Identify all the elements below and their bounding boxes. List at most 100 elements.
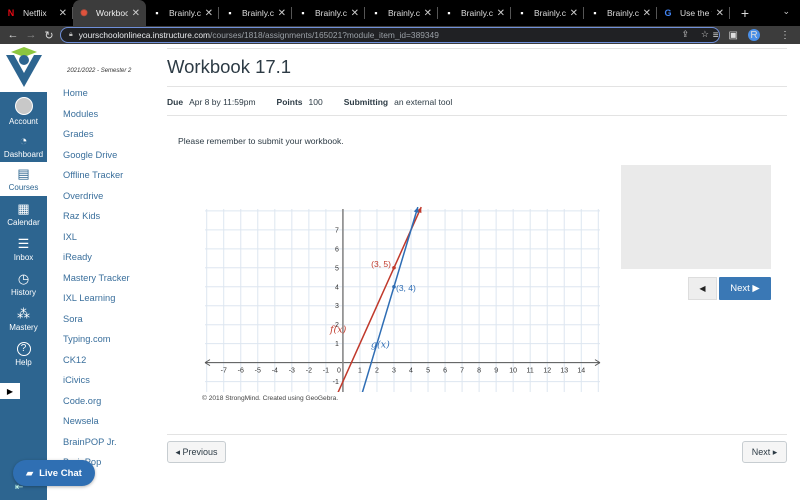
history-icon: ◷ — [17, 270, 30, 286]
close-tab-icon[interactable]: ✕ — [497, 8, 505, 19]
global-nav-history[interactable]: ◷ History — [0, 267, 47, 301]
global-nav-dashboard[interactable]: ◔ Dashboard — [0, 129, 47, 163]
course-nav-item[interactable]: Code.org — [63, 396, 101, 406]
point-label: (3, 5) — [371, 259, 391, 269]
browser-tab[interactable]: ▪ Brainly.com ✕ — [365, 0, 438, 26]
school-logo[interactable] — [0, 44, 47, 92]
course-nav-item[interactable]: Sora — [63, 314, 83, 324]
global-nav-inbox[interactable]: ☰ Inbox — [0, 232, 47, 266]
tab-title: Brainly.com — [461, 8, 493, 18]
dashboard-icon: ◔ — [19, 132, 28, 148]
course-nav-item[interactable]: iCivics — [63, 375, 90, 385]
x-tick-label: -7 — [221, 368, 227, 375]
brainly-icon: ▪ — [374, 8, 378, 18]
play-button[interactable]: ▶ — [0, 383, 20, 399]
global-nav-calendar[interactable]: ▦ Calendar — [0, 197, 47, 231]
global-nav-label: Inbox — [13, 252, 34, 262]
close-tab-icon[interactable]: ✕ — [132, 8, 140, 19]
browser-tab[interactable]: ▪ Brainly.com ✕ — [146, 0, 219, 26]
close-tab-icon[interactable]: ✕ — [716, 8, 724, 19]
url-path: /courses/1818/assignments/165021?module_… — [210, 30, 439, 40]
widget-panel — [621, 165, 771, 269]
back-icon[interactable]: ← — [4, 29, 22, 41]
side-panel-icon[interactable]: ▣ — [729, 30, 738, 41]
close-tab-icon[interactable]: ✕ — [205, 8, 213, 19]
global-nav-account[interactable]: Account — [0, 94, 47, 128]
close-tab-icon[interactable]: ✕ — [59, 8, 67, 19]
close-tab-icon[interactable]: ✕ — [570, 8, 578, 19]
course-nav-item[interactable]: Grades — [63, 129, 94, 139]
due-value: Apr 8 by 11:59pm — [189, 97, 256, 107]
assignment-note: Please remember to submit your workbook. — [178, 136, 344, 146]
browser-tab[interactable]: ✺ Workbook 1 ✕ — [73, 0, 146, 26]
course-nav-item[interactable]: Home — [63, 88, 88, 98]
netflix-icon: N — [7, 8, 15, 18]
close-tab-icon[interactable]: ✕ — [351, 8, 359, 19]
course-nav-item[interactable]: Mastery Tracker — [63, 273, 130, 283]
profile-avatar[interactable]: R — [748, 29, 760, 41]
next-button[interactable]: Next ▸ — [742, 441, 787, 463]
browser-tab[interactable]: ▪ Brainly.com ✕ — [219, 0, 292, 26]
due-label: Due — [167, 97, 184, 107]
y-tick-label: 5 — [335, 265, 339, 272]
course-nav-item[interactable]: IXL — [63, 232, 77, 242]
y-tick-label: 1 — [335, 341, 339, 348]
course-nav-item[interactable]: Raz Kids — [63, 211, 100, 221]
x-tick-label: -4 — [272, 368, 278, 375]
close-tab-icon[interactable]: ✕ — [278, 8, 286, 19]
reading-list-icon[interactable]: ≡ — [713, 30, 719, 41]
course-nav-item[interactable]: BrainPOP Jr. — [63, 437, 117, 447]
tab-title: Brainly.com — [242, 8, 274, 18]
tab-title: Brainly.com — [607, 8, 639, 18]
tab-search-icon[interactable]: ⌄ — [782, 6, 790, 17]
live-chat-button[interactable]: ▰ Live Chat — [13, 460, 95, 486]
new-tab-button[interactable]: + — [730, 0, 760, 26]
forward-icon[interactable]: → — [22, 29, 40, 41]
submitting-value: an external tool — [394, 97, 453, 107]
browser-tab[interactable]: ▪ Brainly.com ✕ — [511, 0, 584, 26]
x-tick-label: 12 — [543, 368, 551, 375]
tab-title: Brainly.com — [315, 8, 347, 18]
menu-kebab-icon[interactable]: ⋮ — [780, 30, 790, 41]
course-nav-item[interactable]: Modules — [63, 109, 98, 119]
function-label: g(x) — [371, 339, 390, 350]
course-nav-item[interactable]: Typing.com — [63, 334, 111, 344]
x-tick-label: 5 — [426, 368, 430, 375]
browser-tab[interactable]: ▪ Brainly.com ✕ — [438, 0, 511, 26]
close-tab-icon[interactable]: ✕ — [643, 8, 651, 19]
close-tab-icon[interactable]: ✕ — [424, 8, 432, 19]
global-nav-mastery[interactable]: ⁂ Mastery — [0, 302, 47, 336]
x-tick-label: 8 — [477, 368, 481, 375]
widget-next-button[interactable]: Next ▶ — [719, 277, 771, 300]
course-nav-item[interactable]: Offline Tracker — [63, 170, 123, 180]
assignment-details: Due Apr 8 by 11:59pm Points 100 Submitti… — [167, 97, 452, 107]
widget-previous-button[interactable]: ◀ — [688, 277, 717, 300]
browser-tab[interactable]: G Use the fun ✕ — [657, 0, 730, 26]
tab-title: Brainly.com — [534, 8, 566, 18]
address-bar[interactable]: 🔒︎ yourschoolonlineca.instructure.com /c… — [60, 27, 720, 43]
course-nav-item[interactable]: CK12 — [63, 355, 86, 365]
browser-tab-bar: N Netflix ✕ ✺ Workbook 1 ✕ ▪ Brainly.com ✕ ▪ Brain… — [0, 0, 800, 26]
course-nav-item[interactable]: Overdrive — [63, 191, 103, 201]
y-tick-label: 7 — [335, 227, 339, 234]
x-tick-label: -3 — [289, 368, 295, 375]
reload-icon[interactable]: ↻ — [40, 29, 58, 42]
browser-toolbar: ← → ↻ 🔒︎ yourschoolonlineca.instructure.… — [0, 26, 800, 44]
browser-tab[interactable]: ▪ Brainly.com ✕ — [584, 0, 657, 26]
browser-tab[interactable]: N Netflix ✕ — [0, 0, 73, 26]
divider — [167, 434, 787, 435]
share-icon[interactable]: ⇪ — [681, 29, 689, 40]
bookmark-star-icon[interactable]: ☆ — [701, 29, 709, 40]
previous-button[interactable]: ◂ Previous — [167, 441, 226, 463]
global-nav-help[interactable]: ? Help — [0, 337, 47, 371]
function-label: f(x) — [329, 324, 347, 335]
x-tick-label: -5 — [255, 368, 261, 375]
global-nav: Account ◔ Dashboard ▤ Courses ▦ Calendar ☰ Inbox… — [0, 44, 47, 500]
x-tick-label: 7 — [460, 368, 464, 375]
browser-tab[interactable]: ▪ Brainly.com ✕ — [292, 0, 365, 26]
course-nav-item[interactable]: Newsela — [63, 416, 99, 426]
course-nav-item[interactable]: Google Drive — [63, 150, 117, 160]
global-nav-courses[interactable]: ▤ Courses — [0, 162, 47, 196]
course-nav-item[interactable]: IXL Learning — [63, 293, 115, 303]
course-nav-item[interactable]: iReady — [63, 252, 92, 262]
